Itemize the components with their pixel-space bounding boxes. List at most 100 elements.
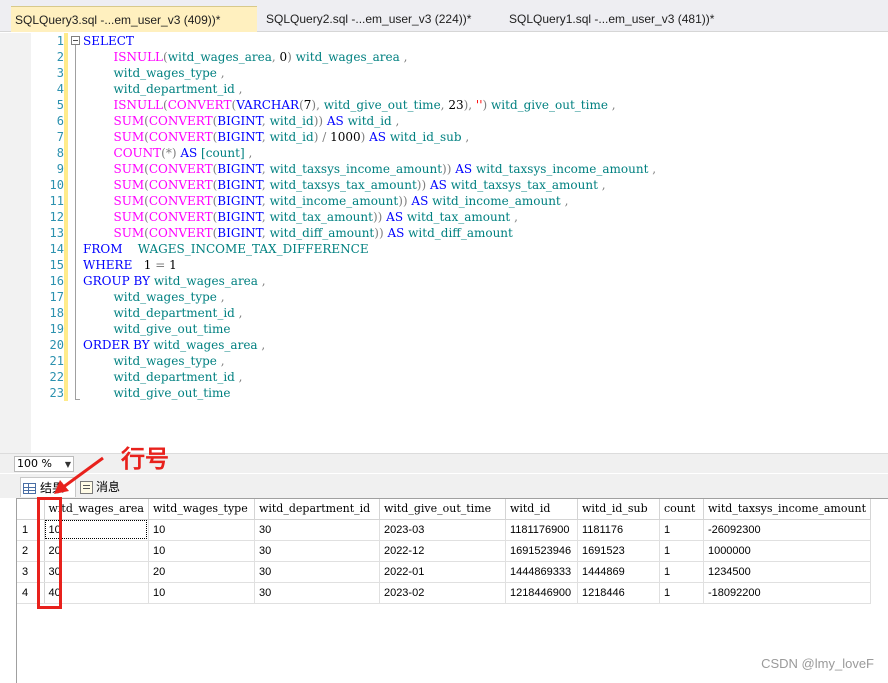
code-line[interactable]: witd_department_id , [83, 305, 656, 321]
table-cell[interactable]: 1218446 [577, 582, 660, 604]
column-header[interactable]: witd_wages_type [148, 499, 255, 520]
tab-results-label: 结果 [40, 481, 65, 495]
table-cell[interactable]: 1000000 [703, 540, 872, 562]
table-cell[interactable]: 1181176900 [505, 519, 578, 541]
collapse-outline-icon[interactable] [71, 36, 80, 45]
line-number: 7 [56, 130, 64, 144]
document-tab-bar: SQLQuery3.sql -...em_user_v3 (409))* SQL… [0, 0, 888, 32]
code-line[interactable]: SUM(CONVERT(BIGINT, witd_taxsys_tax_amou… [83, 177, 656, 193]
line-number: 2 [56, 50, 64, 64]
table-row[interactable]: 1 10 10 30 2023-03 1181176900 1181176 1 … [17, 519, 872, 541]
line-number: 19 [49, 322, 64, 336]
code-line[interactable]: ISNULL(CONVERT(VARCHAR(7), witd_give_out… [83, 97, 656, 113]
code-line[interactable]: SUM(CONVERT(BIGINT, witd_diff_amount)) A… [83, 225, 656, 241]
code-line[interactable]: witd_give_out_time [83, 321, 656, 337]
line-number: 3 [56, 66, 64, 80]
line-number: 4 [56, 82, 64, 96]
table-cell[interactable]: 30 [254, 519, 380, 541]
table-cell[interactable]: 30 [254, 561, 380, 583]
line-number: 1 [56, 34, 64, 48]
table-cell[interactable]: 1218446900 [505, 582, 578, 604]
table-cell[interactable]: 30 [254, 582, 380, 604]
table-cell[interactable]: -18092200 [703, 582, 872, 604]
code-line[interactable]: WHERE 1 = 1 [83, 257, 656, 273]
line-number: 10 [49, 178, 64, 192]
code-line[interactable]: SUM(CONVERT(BIGINT, witd_id)) AS witd_id… [83, 113, 656, 129]
line-number: 6 [56, 114, 64, 128]
table-cell[interactable]: 1444869333 [505, 561, 578, 583]
sql-editor[interactable]: 1 2 3 4 5 6 7 8 9 10 11 12 13 14 15 16 1… [0, 33, 888, 453]
code-line[interactable]: witd_department_id , [83, 369, 656, 385]
line-number: 14 [49, 242, 64, 256]
table-cell[interactable]: 1691523 [577, 540, 660, 562]
code-line[interactable]: SUM(CONVERT(BIGINT, witd_income_amount))… [83, 193, 656, 209]
code-line[interactable]: witd_department_id , [83, 81, 656, 97]
code-line[interactable]: ISNULL(witd_wages_area, 0) witd_wages_ar… [83, 49, 656, 65]
table-cell[interactable]: 1234500 [703, 561, 872, 583]
code-line[interactable]: witd_wages_type , [83, 65, 656, 81]
change-tracking-bar [64, 33, 68, 401]
line-number: 17 [49, 290, 64, 304]
table-row[interactable]: 4 40 10 30 2023-02 1218446900 1218446 1 … [17, 582, 872, 604]
table-cell[interactable]: 1 [659, 540, 704, 562]
column-header[interactable]: witd_department_id [254, 499, 380, 520]
table-cell[interactable]: 1 [659, 561, 704, 583]
table-cell[interactable]: 1 [659, 582, 704, 604]
zoom-select[interactable]: 100 % ▼ [14, 456, 74, 472]
line-number: 23 [49, 386, 64, 400]
column-header[interactable]: witd_taxsys_income_amount [703, 499, 872, 520]
chevron-down-icon[interactable]: ▼ [65, 458, 71, 472]
column-header[interactable]: witd_give_out_time [379, 499, 506, 520]
line-number: 13 [49, 226, 64, 240]
code-line[interactable]: COUNT(*) AS [count] , [83, 145, 656, 161]
table-cell[interactable]: 10 [148, 540, 255, 562]
code-line[interactable]: SUM(CONVERT(BIGINT, witd_tax_amount)) AS… [83, 209, 656, 225]
line-number: 15 [49, 258, 64, 272]
code-line[interactable]: SELECT [83, 33, 656, 49]
code-line[interactable]: FROM WAGES_INCOME_TAX_DIFFERENCE [83, 241, 656, 257]
table-cell[interactable]: 1 [659, 519, 704, 541]
table-cell[interactable]: 1691523946 [505, 540, 578, 562]
sql-code[interactable]: SELECT ISNULL(witd_wages_area, 0) witd_w… [83, 33, 656, 401]
tab-sqlquery2[interactable]: SQLQuery2.sql -...em_user_v3 (224))* [262, 6, 475, 32]
results-pane: witd_wages_area witd_wages_type witd_dep… [0, 498, 888, 683]
annotation-label: 行号 [121, 445, 169, 473]
table-cell[interactable]: 10 [148, 582, 255, 604]
table-row[interactable]: 3 30 20 30 2022-01 1444869333 1444869 1 … [17, 561, 872, 583]
code-line[interactable]: ORDER BY witd_wages_area , [83, 337, 656, 353]
line-number: 11 [49, 194, 64, 208]
table-cell[interactable]: 1444869 [577, 561, 660, 583]
tab-messages[interactable]: 消息 [78, 477, 130, 497]
column-header[interactable]: witd_id [505, 499, 578, 520]
code-line[interactable]: SUM(CONVERT(BIGINT, witd_id) / 1000) AS … [83, 129, 656, 145]
column-header[interactable]: count [659, 499, 704, 520]
editor-margin [0, 33, 31, 453]
column-header[interactable]: witd_id_sub [577, 499, 660, 520]
table-cell[interactable]: 2023-02 [379, 582, 506, 604]
code-line[interactable]: witd_wages_type , [83, 289, 656, 305]
table-cell[interactable]: 2022-12 [379, 540, 506, 562]
line-numbers: 1 2 3 4 5 6 7 8 9 10 11 12 13 14 15 16 1… [31, 33, 64, 401]
tab-sqlquery1[interactable]: SQLQuery1.sql -...em_user_v3 (481))* [505, 6, 718, 32]
table-cell[interactable]: 20 [148, 561, 255, 583]
table-cell[interactable]: 1181176 [577, 519, 660, 541]
table-row[interactable]: 2 20 10 30 2022-12 1691523946 1691523 1 … [17, 540, 872, 562]
outline-guide [75, 45, 76, 400]
grid-header-row: witd_wages_area witd_wages_type witd_dep… [17, 499, 872, 520]
code-line[interactable]: witd_give_out_time [83, 385, 656, 401]
tab-results[interactable]: 结果 [20, 477, 76, 497]
tab-sqlquery3[interactable]: SQLQuery3.sql -...em_user_v3 (409))* [11, 6, 257, 32]
line-number: 8 [56, 146, 64, 160]
table-cell[interactable]: 2023-03 [379, 519, 506, 541]
line-number: 9 [56, 162, 64, 176]
table-cell[interactable]: 2022-01 [379, 561, 506, 583]
table-cell[interactable]: -26092300 [703, 519, 872, 541]
line-number: 12 [49, 210, 64, 224]
table-cell[interactable]: 30 [254, 540, 380, 562]
outline-guide-end [75, 399, 80, 400]
code-line[interactable]: GROUP BY witd_wages_area , [83, 273, 656, 289]
results-grid[interactable]: witd_wages_area witd_wages_type witd_dep… [17, 499, 872, 604]
code-line[interactable]: witd_wages_type , [83, 353, 656, 369]
code-line[interactable]: SUM(CONVERT(BIGINT, witd_taxsys_income_a… [83, 161, 657, 177]
table-cell[interactable]: 10 [148, 519, 255, 541]
